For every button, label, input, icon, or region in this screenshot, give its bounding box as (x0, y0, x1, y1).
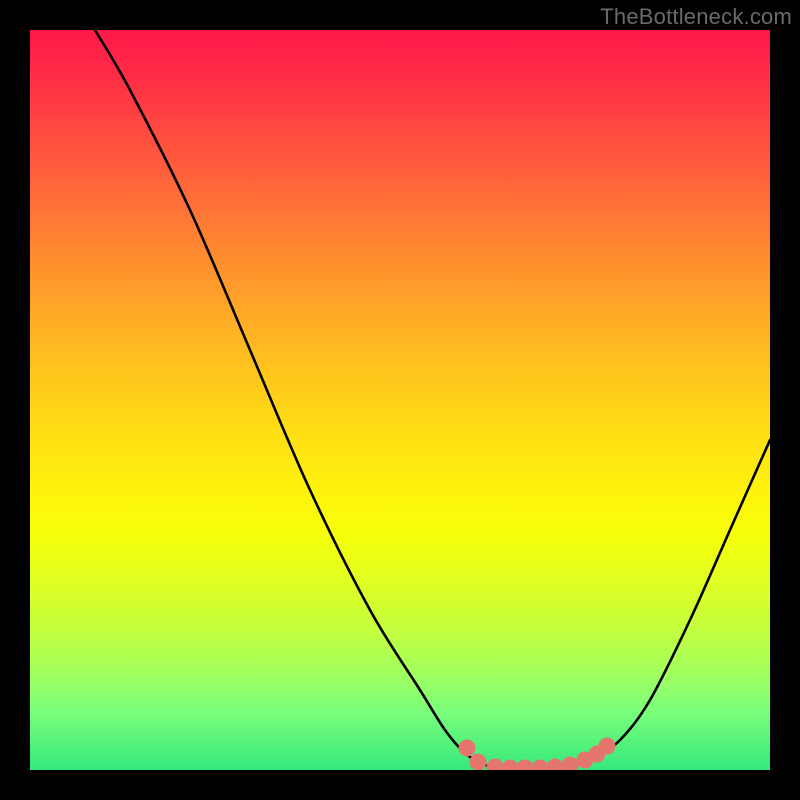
highlight-dot (532, 760, 549, 771)
highlight-dot (487, 759, 504, 771)
highlight-dot (562, 757, 579, 771)
highlight-dot (470, 754, 487, 771)
watermark-text: TheBottleneck.com (600, 4, 792, 30)
highlight-dot (599, 738, 616, 755)
highlight-dot (459, 740, 476, 757)
highlight-dot (517, 760, 534, 771)
chart-svg (30, 30, 770, 770)
highlight-dot-group (459, 738, 616, 771)
highlight-dot (502, 760, 519, 771)
bottleneck-curve (95, 30, 770, 768)
chart-frame (30, 30, 770, 770)
highlight-dot (547, 759, 564, 771)
